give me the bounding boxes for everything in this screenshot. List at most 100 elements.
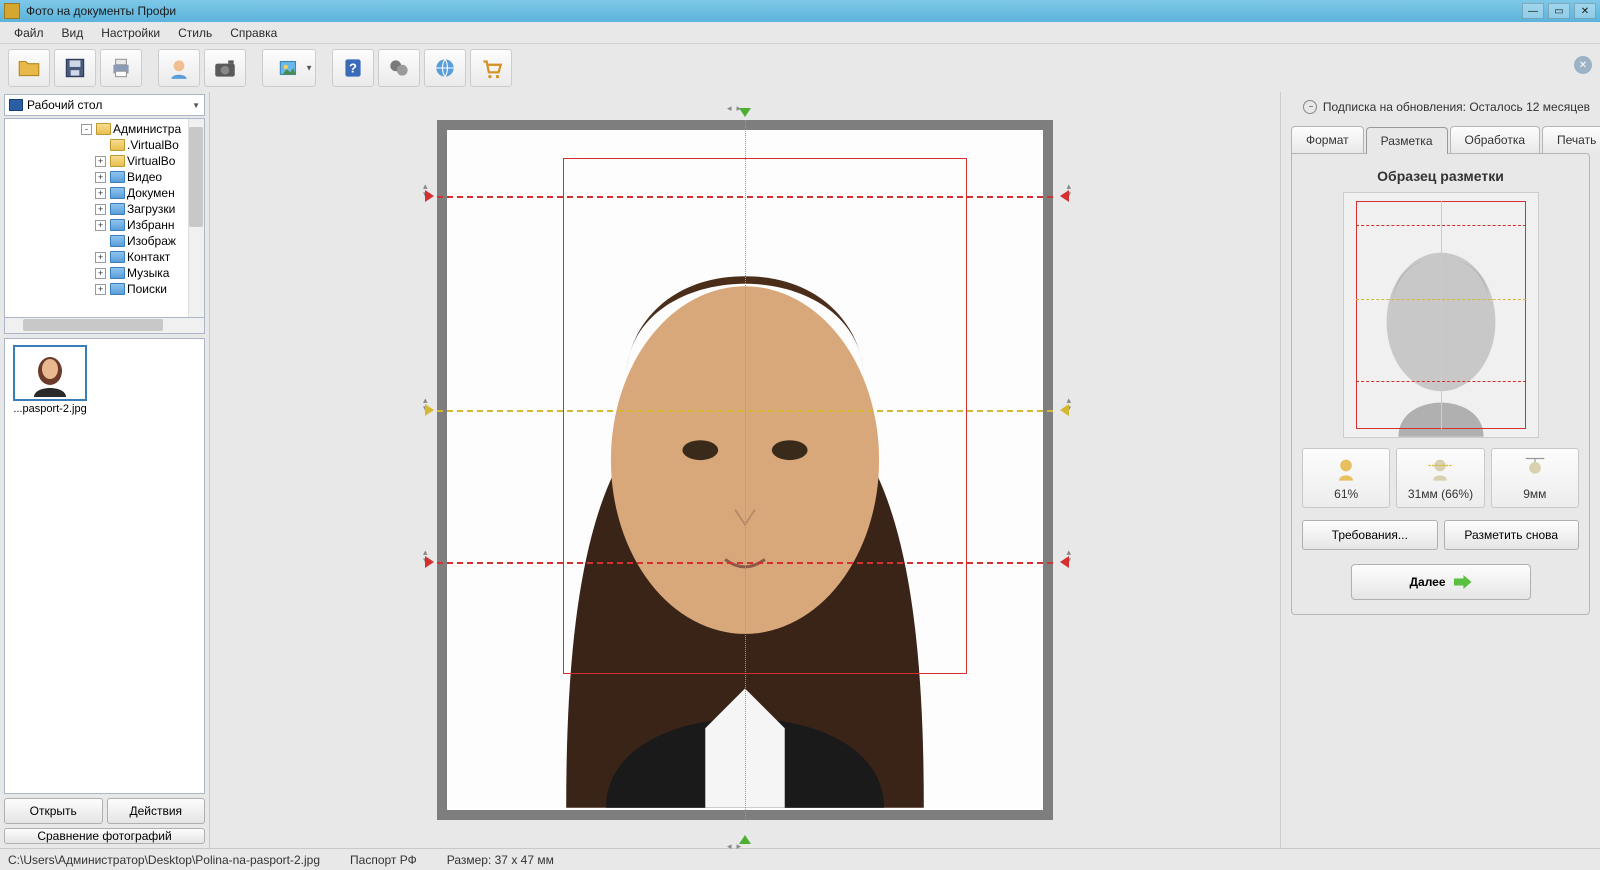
thumbnail-label: ...pasport-2.jpg	[13, 403, 86, 415]
desktop-icon	[9, 99, 23, 111]
folder-icon	[110, 235, 125, 247]
remark-button[interactable]: Разметить снова	[1444, 520, 1580, 550]
tree-node-label: Видео	[127, 170, 162, 184]
panel-buttons: Требования... Разметить снова	[1302, 520, 1579, 550]
thumbnail-panel: ...pasport-2.jpg	[4, 338, 205, 794]
expand-icon[interactable]: -	[81, 124, 92, 135]
maximize-button[interactable]: ▭	[1548, 3, 1570, 19]
face-detect-button[interactable]	[158, 49, 200, 87]
tree-node-label: Поиски	[127, 282, 167, 296]
metric-value: 9мм	[1523, 487, 1546, 501]
actions-button[interactable]: Действия	[107, 798, 206, 824]
web-button[interactable]	[424, 49, 466, 87]
tree-node[interactable]: + Поиски	[7, 281, 202, 297]
minimize-button[interactable]: —	[1522, 3, 1544, 19]
folder-icon	[110, 267, 125, 279]
tree-node[interactable]: + Музыка	[7, 265, 202, 281]
subscription-text: Подписка на обновления: Осталось 12 меся…	[1323, 100, 1590, 114]
tree-node[interactable]: +Загрузки	[7, 201, 202, 217]
open-button[interactable]: Открыть	[4, 798, 103, 824]
chevron-down-icon: ▼	[192, 101, 200, 110]
tree-node[interactable]: + Докумен	[7, 185, 202, 201]
right-panel: Подписка на обновления: Осталось 12 меся…	[1280, 92, 1600, 848]
window-title: Фото на документы Профи	[26, 4, 1522, 18]
window-buttons: — ▭ ✕	[1522, 3, 1596, 19]
menu-help[interactable]: Справка	[222, 24, 285, 42]
expand-icon[interactable]: +	[95, 252, 106, 263]
crop-handle-top[interactable]	[739, 108, 751, 117]
sidebar: Рабочий стол ▼ -Администра.VirtualBo + Vir…	[0, 92, 210, 848]
tab-markup[interactable]: Разметка	[1366, 127, 1448, 154]
effects-button[interactable]: ▼	[262, 49, 316, 87]
sample-title: Образец разметки	[1302, 168, 1579, 184]
print-button[interactable]	[100, 49, 142, 87]
compare-photos-button[interactable]: Сравнение фотографий	[4, 828, 205, 844]
requirements-button[interactable]: Требования...	[1302, 520, 1438, 550]
menu-view[interactable]: Вид	[54, 24, 92, 42]
tree-scrollbar-v[interactable]	[188, 119, 204, 317]
folder-tree[interactable]: -Администра.VirtualBo + VirtualBo + Видео + До…	[4, 118, 205, 318]
cart-button[interactable]	[470, 49, 512, 87]
tree-node[interactable]: + Видео	[7, 169, 202, 185]
markup-sample	[1343, 192, 1539, 438]
subscription-status: Подписка на обновления: Осталось 12 меся…	[1291, 100, 1590, 114]
expand-icon[interactable]: +	[95, 204, 106, 215]
guide-handle-left-top[interactable]	[425, 190, 434, 202]
folder-icon	[110, 251, 125, 263]
tree-node-label: Докумен	[127, 186, 175, 200]
tree-node[interactable]: -Администра	[7, 121, 202, 137]
tree-node[interactable]: +Избранн	[7, 217, 202, 233]
expand-icon[interactable]: +	[95, 220, 106, 231]
tree-node[interactable]: + VirtualBo	[7, 153, 202, 169]
open-folder-button[interactable]	[8, 49, 50, 87]
expand-icon[interactable]: +	[95, 188, 106, 199]
folder-icon	[110, 187, 125, 199]
location-dropdown[interactable]: Рабочий стол ▼	[4, 94, 205, 116]
tree-node-label: VirtualBo	[127, 154, 175, 168]
guide-handle-right-top[interactable]	[1060, 190, 1069, 202]
thumbnail-item[interactable]: ...pasport-2.jpg	[11, 345, 89, 415]
photo-canvas[interactable]	[437, 120, 1053, 820]
next-button-label: Далее	[1409, 575, 1445, 589]
close-button[interactable]: ✕	[1574, 3, 1596, 19]
statusbar: C:\Users\Администратор\Desktop\Polina-na…	[0, 848, 1600, 870]
camera-button[interactable]	[204, 49, 246, 87]
folder-icon	[110, 139, 125, 151]
tree-scrollbar-h[interactable]	[4, 318, 205, 334]
guide-handle-right-chin[interactable]	[1060, 556, 1069, 568]
expand-icon[interactable]: +	[95, 156, 106, 167]
folder-icon	[96, 123, 111, 135]
metric-top-margin: 9мм	[1491, 448, 1579, 508]
tab-print[interactable]: Печать	[1542, 126, 1600, 153]
folder-icon	[110, 203, 125, 215]
menu-file[interactable]: Файл	[6, 24, 52, 42]
guide-handle-left-eyes[interactable]	[425, 404, 434, 416]
tab-processing[interactable]: Обработка	[1450, 126, 1541, 153]
clock-icon	[1303, 100, 1317, 114]
menubar: Файл Вид Настройки Стиль Справка	[0, 22, 1600, 44]
menu-style[interactable]: Стиль	[170, 24, 220, 42]
tree-node[interactable]: +Контакт	[7, 249, 202, 265]
expand-icon[interactable]: +	[95, 172, 106, 183]
guide-handle-left-chin[interactable]	[425, 556, 434, 568]
tree-node[interactable]: .VirtualBo	[7, 137, 202, 153]
video-button[interactable]	[378, 49, 420, 87]
expand-icon[interactable]: +	[95, 284, 106, 295]
metric-value: 61%	[1334, 487, 1358, 501]
hint-close-icon[interactable]: ✕	[1574, 56, 1592, 74]
tree-node-label: Музыка	[127, 266, 169, 280]
next-button[interactable]: Далее	[1351, 564, 1531, 600]
guide-handle-right-eyes[interactable]	[1060, 404, 1069, 416]
sidebar-buttons: Открыть Действия Сравнение фотографий	[4, 798, 205, 844]
titlebar: Фото на документы Профи — ▭ ✕	[0, 0, 1600, 22]
help-button[interactable]: ?	[332, 49, 374, 87]
tab-format[interactable]: Формат	[1291, 126, 1364, 153]
status-size: Размер: 37 x 47 мм	[447, 853, 554, 867]
save-button[interactable]	[54, 49, 96, 87]
status-doc-type: Паспорт РФ	[350, 853, 417, 867]
expand-icon[interactable]: +	[95, 268, 106, 279]
folder-icon	[110, 171, 125, 183]
menu-settings[interactable]: Настройки	[93, 24, 168, 42]
tree-node[interactable]: Изображ	[7, 233, 202, 249]
tabs: Формат Разметка Обработка Печать	[1291, 126, 1590, 153]
